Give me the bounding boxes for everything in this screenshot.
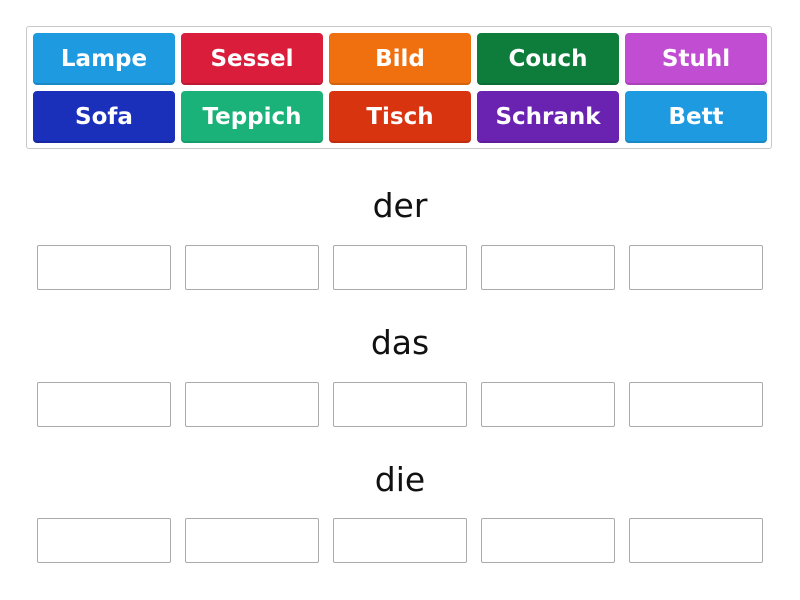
group-heading-das: das bbox=[370, 323, 430, 362]
drop-slot[interactable] bbox=[481, 518, 615, 563]
drop-slot[interactable] bbox=[333, 245, 467, 290]
word-tile-tisch[interactable]: Tisch bbox=[329, 91, 471, 143]
group-heading-der: der bbox=[372, 186, 428, 225]
drop-slot[interactable] bbox=[481, 245, 615, 290]
drop-slot[interactable] bbox=[629, 245, 763, 290]
drop-slot[interactable] bbox=[185, 382, 319, 427]
word-tile-couch[interactable]: Couch bbox=[477, 33, 619, 85]
drop-slot[interactable] bbox=[481, 382, 615, 427]
word-tile-sessel[interactable]: Sessel bbox=[181, 33, 323, 85]
drop-slot[interactable] bbox=[185, 518, 319, 563]
drop-slot[interactable] bbox=[37, 245, 171, 290]
drop-slot[interactable] bbox=[333, 518, 467, 563]
drop-slot[interactable] bbox=[333, 382, 467, 427]
drop-slot[interactable] bbox=[629, 518, 763, 563]
group-heading-die: die bbox=[374, 460, 426, 499]
word-tile-bett[interactable]: Bett bbox=[625, 91, 767, 143]
drop-slot[interactable] bbox=[185, 245, 319, 290]
drop-slot[interactable] bbox=[629, 382, 763, 427]
word-tile-sofa[interactable]: Sofa bbox=[33, 91, 175, 143]
word-tile-teppich[interactable]: Teppich bbox=[181, 91, 323, 143]
drop-slot[interactable] bbox=[37, 518, 171, 563]
drop-slot[interactable] bbox=[37, 382, 171, 427]
word-tile-lampe[interactable]: Lampe bbox=[33, 33, 175, 85]
word-tile-bild[interactable]: Bild bbox=[329, 33, 471, 85]
word-tile-stuhl[interactable]: Stuhl bbox=[625, 33, 767, 85]
word-tile-schrank[interactable]: Schrank bbox=[477, 91, 619, 143]
